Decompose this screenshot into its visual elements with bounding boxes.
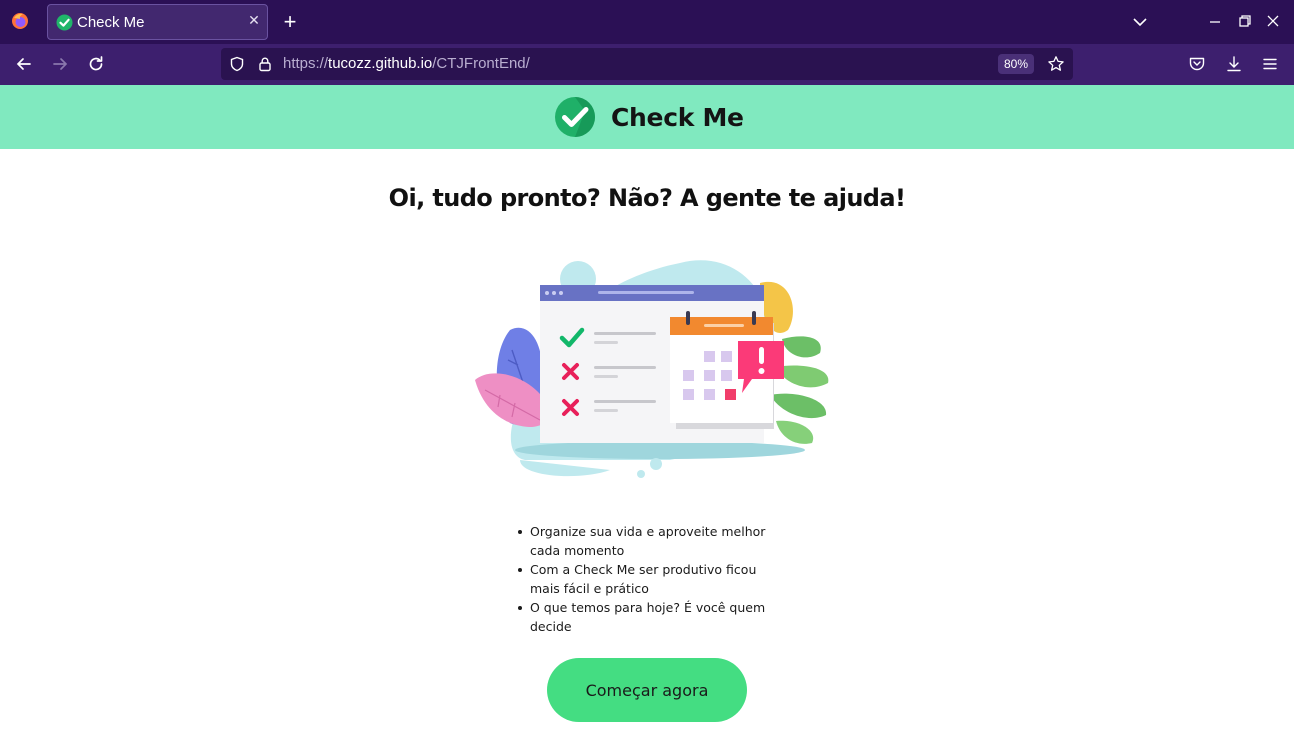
new-tab-plus-icon[interactable]: +: [280, 11, 300, 33]
firefox-icon[interactable]: [11, 12, 29, 30]
url-text[interactable]: https://tucozz.github.io/CTJFrontEnd/: [283, 55, 530, 72]
list-item: Com a Check Me ser produtivo ficou mais …: [517, 560, 777, 598]
features-list: Organize sua vida e aproveite melhor cad…: [517, 522, 777, 636]
zoom-level-badge[interactable]: 80%: [998, 54, 1035, 74]
check-circle-icon: [555, 97, 595, 137]
list-item: Organize sua vida e aproveite melhor cad…: [517, 522, 777, 560]
browser-nav-bar: https://tucozz.github.io/CTJFrontEnd/ 80…: [0, 44, 1294, 85]
tab-close-icon[interactable]: ✕: [245, 12, 263, 30]
brand-name: Check Me: [611, 102, 744, 132]
forward-arrow-icon[interactable]: [50, 54, 70, 74]
window-close-icon[interactable]: [1266, 14, 1280, 28]
pocket-icon[interactable]: [1188, 55, 1206, 73]
chevron-down-icon[interactable]: [1131, 13, 1149, 31]
back-arrow-icon[interactable]: [14, 54, 34, 74]
download-icon[interactable]: [1225, 55, 1243, 73]
reload-icon[interactable]: [86, 54, 106, 74]
page-title: Oi, tudo pronto? Não? A gente te ajuda!: [388, 184, 906, 212]
shield-icon[interactable]: [229, 56, 245, 72]
browser-tab-bar: Check Me ✕ +: [0, 0, 1294, 44]
bookmark-star-icon[interactable]: [1047, 55, 1065, 73]
window-restore-icon[interactable]: [1238, 14, 1252, 28]
task-checklist-calendar-illustration: [475, 260, 829, 478]
hamburger-menu-icon[interactable]: [1261, 55, 1279, 73]
tab-title: Check Me: [77, 14, 145, 31]
address-bar[interactable]: https://tucozz.github.io/CTJFrontEnd/ 80…: [221, 48, 1073, 80]
check-circle-icon: [56, 14, 73, 31]
browser-tab-active[interactable]: Check Me ✕: [47, 4, 268, 40]
brand[interactable]: Check Me: [555, 97, 744, 137]
list-item: O que temos para hoje? É você quem decid…: [517, 598, 777, 636]
site-header: Check Me: [0, 85, 1294, 149]
start-now-button[interactable]: Começar agora: [547, 658, 747, 722]
window-minimize-icon[interactable]: [1208, 14, 1222, 28]
lock-icon[interactable]: [257, 56, 273, 72]
